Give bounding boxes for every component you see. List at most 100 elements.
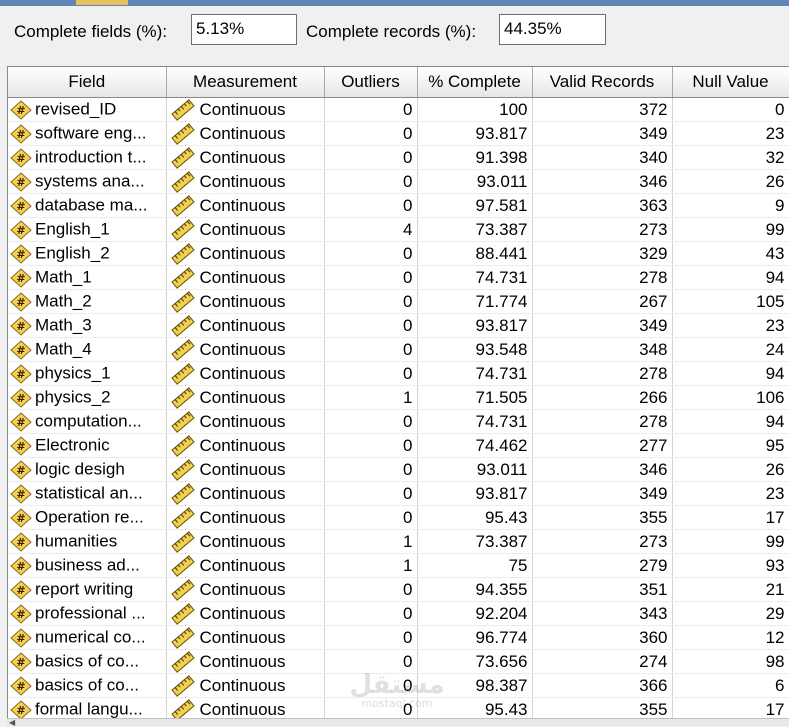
cell-null-value[interactable]: 17 — [672, 505, 789, 530]
cell-field[interactable]: # physics_1 — [8, 361, 167, 386]
cell-valid-records[interactable]: 267 — [532, 289, 673, 314]
cell-null-value[interactable]: 0 — [672, 97, 789, 122]
table-row[interactable]: # Math_2 Continuous 0 71.774 267 105 — [8, 289, 789, 314]
table-row[interactable]: # numerical co... Continuous 0 96.774 360 12 — [8, 625, 789, 650]
cell-measurement[interactable]: Continuous — [166, 553, 325, 578]
table-row[interactable]: # professional ... Continuous 0 92.204 343 29 — [8, 601, 789, 626]
cell-measurement[interactable]: Continuous — [166, 169, 325, 194]
table-row[interactable]: # software eng... Continuous 0 93.817 349 23 — [8, 121, 789, 146]
table-row[interactable]: # Math_4 Continuous 0 93.548 348 24 — [8, 337, 789, 362]
cell-field[interactable]: # statistical an... — [8, 481, 167, 506]
cell-valid-records[interactable]: 277 — [532, 433, 673, 458]
cell-percent-complete[interactable]: 71.774 — [417, 289, 533, 314]
cell-outliers[interactable]: 0 — [324, 361, 418, 386]
cell-null-value[interactable]: 23 — [672, 121, 789, 146]
table-row[interactable]: # basics of co... Continuous 0 98.387 366 6 — [8, 673, 789, 698]
cell-measurement[interactable]: Continuous — [166, 625, 325, 650]
table-row[interactable]: # introduction t... Continuous 0 91.398 340 32 — [8, 145, 789, 170]
cell-percent-complete[interactable]: 88.441 — [417, 241, 533, 266]
cell-field[interactable]: # revised_ID — [8, 97, 167, 122]
cell-null-value[interactable]: 29 — [672, 601, 789, 626]
cell-valid-records[interactable]: 366 — [532, 673, 673, 698]
cell-outliers[interactable]: 0 — [324, 601, 418, 626]
table-row[interactable]: # physics_2 Continuous 1 71.505 266 106 — [8, 385, 789, 410]
cell-valid-records[interactable]: 278 — [532, 361, 673, 386]
table-row[interactable]: # basics of co... Continuous 0 73.656 274 98 — [8, 649, 789, 674]
cell-null-value[interactable]: 21 — [672, 577, 789, 602]
cell-outliers[interactable]: 0 — [324, 145, 418, 170]
cell-field[interactable]: # Math_3 — [8, 313, 167, 338]
cell-percent-complete[interactable]: 100 — [417, 97, 533, 122]
table-row[interactable]: # statistical an... Continuous 0 93.817 349 23 — [8, 481, 789, 506]
cell-null-value[interactable]: 9 — [672, 193, 789, 218]
cell-percent-complete[interactable]: 75 — [417, 553, 533, 578]
cell-field[interactable]: # report writing — [8, 577, 167, 602]
cell-measurement[interactable]: Continuous — [166, 361, 325, 386]
table-row[interactable]: # Operation re... Continuous 0 95.43 355 17 — [8, 505, 789, 530]
cell-field[interactable]: # database ma... — [8, 193, 167, 218]
cell-measurement[interactable]: Continuous — [166, 481, 325, 506]
cell-outliers[interactable]: 0 — [324, 337, 418, 362]
cell-null-value[interactable]: 12 — [672, 625, 789, 650]
cell-percent-complete[interactable]: 93.817 — [417, 121, 533, 146]
cell-field[interactable]: # Math_4 — [8, 337, 167, 362]
cell-outliers[interactable]: 0 — [324, 673, 418, 698]
cell-field[interactable]: # humanities — [8, 529, 167, 554]
cell-null-value[interactable]: 94 — [672, 361, 789, 386]
cell-valid-records[interactable]: 278 — [532, 265, 673, 290]
cell-valid-records[interactable]: 349 — [532, 313, 673, 338]
cell-null-value[interactable]: 99 — [672, 529, 789, 554]
cell-measurement[interactable]: Continuous — [166, 505, 325, 530]
cell-valid-records[interactable]: 274 — [532, 649, 673, 674]
cell-measurement[interactable]: Continuous — [166, 241, 325, 266]
cell-percent-complete[interactable]: 93.011 — [417, 457, 533, 482]
cell-null-value[interactable]: 26 — [672, 457, 789, 482]
cell-percent-complete[interactable]: 93.817 — [417, 313, 533, 338]
cell-field[interactable]: # logic desigh — [8, 457, 167, 482]
cell-outliers[interactable]: 0 — [324, 481, 418, 506]
cell-null-value[interactable]: 43 — [672, 241, 789, 266]
cell-null-value[interactable]: 93 — [672, 553, 789, 578]
cell-measurement[interactable]: Continuous — [166, 97, 325, 122]
cell-outliers[interactable]: 1 — [324, 385, 418, 410]
cell-measurement[interactable]: Continuous — [166, 313, 325, 338]
cell-null-value[interactable]: 99 — [672, 217, 789, 242]
cell-field[interactable]: # software eng... — [8, 121, 167, 146]
cell-measurement[interactable]: Continuous — [166, 265, 325, 290]
cell-outliers[interactable]: 0 — [324, 97, 418, 122]
cell-null-value[interactable]: 24 — [672, 337, 789, 362]
cell-outliers[interactable]: 4 — [324, 217, 418, 242]
cell-outliers[interactable]: 0 — [324, 649, 418, 674]
cell-null-value[interactable]: 26 — [672, 169, 789, 194]
cell-field[interactable]: # Math_1 — [8, 265, 167, 290]
cell-field[interactable]: # English_2 — [8, 241, 167, 266]
cell-field[interactable]: # basics of co... — [8, 673, 167, 698]
table-row[interactable]: # computation... Continuous 0 74.731 278 94 — [8, 409, 789, 434]
cell-null-value[interactable]: 94 — [672, 265, 789, 290]
table-row[interactable]: # logic desigh Continuous 0 93.011 346 26 — [8, 457, 789, 482]
cell-outliers[interactable]: 0 — [324, 241, 418, 266]
cell-null-value[interactable]: 32 — [672, 145, 789, 170]
cell-field[interactable]: # computation... — [8, 409, 167, 434]
cell-valid-records[interactable]: 329 — [532, 241, 673, 266]
cell-outliers[interactable]: 1 — [324, 553, 418, 578]
cell-valid-records[interactable]: 372 — [532, 97, 673, 122]
cell-percent-complete[interactable]: 95.43 — [417, 505, 533, 530]
cell-valid-records[interactable]: 348 — [532, 337, 673, 362]
cell-valid-records[interactable]: 355 — [532, 505, 673, 530]
cell-field[interactable]: # Electronic — [8, 433, 167, 458]
cell-percent-complete[interactable]: 96.774 — [417, 625, 533, 650]
cell-percent-complete[interactable]: 93.817 — [417, 481, 533, 506]
cell-percent-complete[interactable]: 98.387 — [417, 673, 533, 698]
cell-percent-complete[interactable]: 74.731 — [417, 361, 533, 386]
cell-field[interactable]: # business ad... — [8, 553, 167, 578]
cell-null-value[interactable]: 23 — [672, 481, 789, 506]
column-header-percent-complete[interactable]: % Complete — [417, 67, 533, 98]
table-row[interactable]: # report writing Continuous 0 94.355 351 21 — [8, 577, 789, 602]
cell-outliers[interactable]: 0 — [324, 265, 418, 290]
cell-valid-records[interactable]: 349 — [532, 121, 673, 146]
cell-valid-records[interactable]: 360 — [532, 625, 673, 650]
cell-measurement[interactable]: Continuous — [166, 673, 325, 698]
cell-outliers[interactable]: 0 — [324, 577, 418, 602]
cell-valid-records[interactable]: 266 — [532, 385, 673, 410]
